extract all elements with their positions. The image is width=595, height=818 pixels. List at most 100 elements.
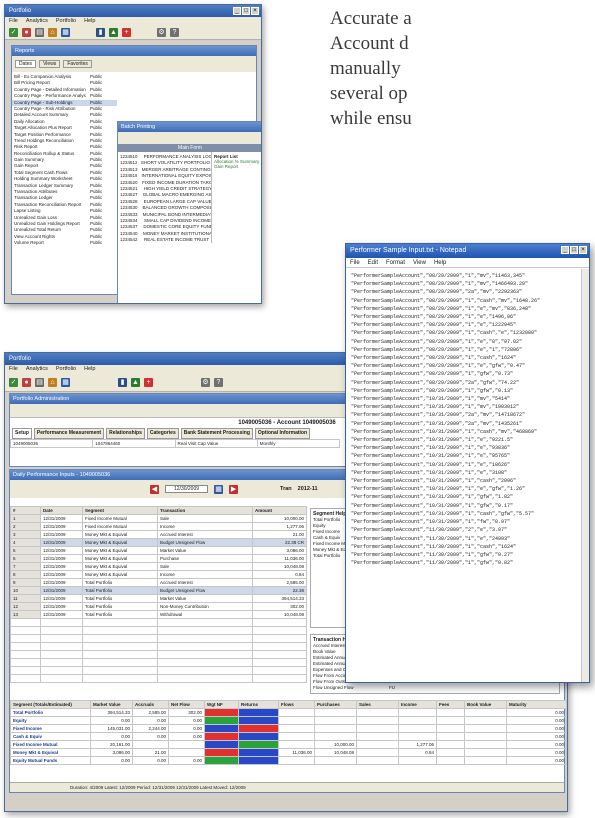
segment-name[interactable]: Equity xyxy=(10,716,91,725)
table-cell[interactable] xyxy=(356,740,399,749)
table-row[interactable]: 9 12/31/2009 Total Portfolio Accrued Intere… xyxy=(10,578,307,587)
table-cell[interactable] xyxy=(204,708,239,717)
table-cell[interactable] xyxy=(314,708,357,717)
column-header[interactable]: Income xyxy=(398,700,437,709)
settings-icon[interactable]: ⚙ xyxy=(201,378,210,387)
table-row[interactable]: Fixed Income 145,031.00 2,244.00 0.00 0.00 xyxy=(10,724,567,733)
table-cell[interactable]: Total Portfolio xyxy=(82,594,158,603)
table-cell[interactable]: Total Portfolio xyxy=(82,578,158,587)
window-titlebar[interactable]: Portfolio _□× xyxy=(5,5,261,17)
table-cell[interactable] xyxy=(464,756,507,765)
menu-edit[interactable]: Edit xyxy=(368,258,378,267)
column-header[interactable]: Segment (Totals/Estimated) xyxy=(10,700,91,709)
column-header[interactable]: Date xyxy=(40,506,83,515)
tab-favorites[interactable]: Favorites xyxy=(63,60,92,68)
table-cell[interactable]: Total Portfolio xyxy=(82,602,158,611)
table-cell[interactable]: 2,585.00 xyxy=(252,578,307,587)
table-cell[interactable]: 0.00 xyxy=(506,740,567,749)
table-cell[interactable]: 0.00 xyxy=(132,716,169,725)
table-cell[interactable] xyxy=(278,716,315,725)
plus-icon[interactable]: + xyxy=(122,28,131,37)
transaction-help-item[interactable]: Flow Unsigned Flow FU xyxy=(313,685,557,691)
home-icon[interactable]: ⌂ xyxy=(48,28,57,37)
tab-dates[interactable]: Dates xyxy=(15,60,37,68)
table-cell[interactable]: Money Mkt & Equival xyxy=(82,562,158,571)
table-cell[interactable]: 0.00 xyxy=(90,732,133,741)
table-cell[interactable]: Income xyxy=(157,522,253,531)
table-cell[interactable]: 0.00 xyxy=(168,716,205,725)
segment-name[interactable]: Cash & Equiv xyxy=(10,732,91,741)
table-cell[interactable]: 1,277.06 xyxy=(252,522,307,531)
table-cell[interactable] xyxy=(464,748,507,757)
table-cell[interactable]: 21.00 xyxy=(252,530,307,539)
table-cell[interactable]: 0.00 xyxy=(506,708,567,717)
table-cell[interactable]: Sale xyxy=(157,514,253,523)
previous-date-icon[interactable]: ◀ xyxy=(150,484,159,494)
maximize-icon[interactable]: □ xyxy=(242,7,250,15)
table-cell[interactable]: 12/31/2009 xyxy=(40,610,83,619)
table-cell[interactable]: Accrued Interest xyxy=(157,578,253,587)
table-row[interactable]: Fixed Income Mutual 20,161.00 10,000.00 1,2… xyxy=(10,740,567,749)
table-cell[interactable]: 394,514.33 xyxy=(252,594,307,603)
close-icon[interactable]: × xyxy=(579,246,587,254)
menu-portfolio[interactable]: Portfolio xyxy=(56,17,76,26)
table-cell[interactable]: 10,048.08 xyxy=(252,610,307,619)
table-cell[interactable]: 12/31/2009 xyxy=(40,578,83,587)
table-cell[interactable]: 3,086.00 xyxy=(252,546,307,555)
table-cell[interactable]: 0.84 xyxy=(398,748,437,757)
date-field[interactable]: 12/30/2009 xyxy=(165,485,209,493)
table-cell[interactable] xyxy=(436,748,465,757)
table-cell[interactable] xyxy=(314,732,357,741)
pin-icon[interactable]: ● xyxy=(22,28,31,37)
table-cell[interactable]: 394,514.33 xyxy=(90,708,133,717)
table-cell[interactable]: 2,244.00 xyxy=(132,724,169,733)
batch-side-item[interactable]: Gain Report xyxy=(214,164,260,169)
table-cell[interactable] xyxy=(238,716,279,725)
menu-analytics[interactable]: Analytics xyxy=(26,365,48,374)
table-row[interactable]: 8 12/31/2009 Money Mkt & Equival Income 0.84 xyxy=(10,570,307,579)
table-cell[interactable] xyxy=(168,748,205,757)
table-cell[interactable] xyxy=(204,740,239,749)
table-cell[interactable]: 12/31/2009 xyxy=(40,586,83,595)
menu-help[interactable]: Help xyxy=(434,258,446,267)
table-cell[interactable] xyxy=(356,756,399,765)
minimize-icon[interactable]: _ xyxy=(561,246,569,254)
account-cell[interactable]: 1049005036 xyxy=(9,439,94,448)
table-cell[interactable] xyxy=(398,756,437,765)
table-cell[interactable] xyxy=(204,724,239,733)
table-cell[interactable]: Total Portfolio xyxy=(82,586,158,595)
table-row[interactable]: Equity 0.00 0.00 0.00 0.00 xyxy=(10,716,567,725)
pin-icon[interactable]: ● xyxy=(22,378,31,387)
table-cell[interactable]: 12/31/2009 xyxy=(40,530,83,539)
table-cell[interactable] xyxy=(356,732,399,741)
table-cell[interactable] xyxy=(436,756,465,765)
account-tab[interactable]: Optional Information xyxy=(254,428,311,439)
table-cell[interactable] xyxy=(204,716,239,725)
table-cell[interactable]: 11,036.00 xyxy=(252,554,307,563)
table-cell[interactable] xyxy=(464,732,507,741)
account-tab[interactable]: Categories xyxy=(146,428,179,439)
next-date-icon[interactable]: ▶ xyxy=(229,484,239,494)
notepad-text[interactable]: "PerformerSampleAccount","08/29/2009","1… xyxy=(346,268,589,676)
table-row[interactable]: 3 12/31/2009 Money Mkt & Equival Accrued In… xyxy=(10,530,307,539)
column-header[interactable]: Purchases xyxy=(314,700,357,709)
segment-name[interactable]: Fixed Income xyxy=(10,724,91,733)
tab-views[interactable]: Views xyxy=(39,60,61,68)
table-cell[interactable]: 0.00 xyxy=(168,724,205,733)
table-cell[interactable]: 145,031.00 xyxy=(90,724,133,733)
table-cell[interactable]: 11,036.00 xyxy=(278,748,315,757)
table-cell[interactable]: 12/31/2009 xyxy=(40,514,83,523)
table-row[interactable]: 1 12/31/2009 Fixed Income Mutual Sale 10,000… xyxy=(10,514,307,523)
table-row[interactable]: 5 12/31/2009 Money Mkt & Equival Market Val… xyxy=(10,546,307,555)
table-cell[interactable] xyxy=(204,756,239,765)
account-tab[interactable]: Setup xyxy=(12,428,32,439)
table-cell[interactable]: Accrued Interest xyxy=(157,530,253,539)
account-tab[interactable]: Bank Statement Processing xyxy=(180,428,253,439)
table-row[interactable]: 13 12/31/2009 Total Portfolio Withdrawal 10,… xyxy=(10,610,307,619)
table-cell[interactable] xyxy=(314,716,357,725)
table-cell[interactable] xyxy=(398,716,437,725)
column-header[interactable]: Book Value xyxy=(464,700,507,709)
table-cell[interactable]: 12/31/2009 xyxy=(40,554,83,563)
table-cell[interactable] xyxy=(356,748,399,757)
column-header[interactable]: Fees xyxy=(436,700,465,709)
